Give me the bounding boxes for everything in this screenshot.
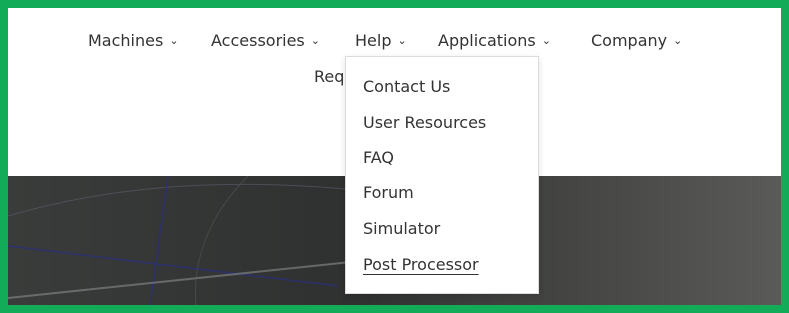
menu-item-contact-us[interactable]: Contact Us	[363, 77, 450, 96]
help-dropdown-menu: Contact Us User Resources FAQ Forum Simu…	[345, 56, 539, 294]
nav-item-label: Company	[591, 31, 668, 50]
screenshot-frame: Machines ⌄ Accessories ⌄ Help ⌄ Application…	[0, 0, 789, 313]
menu-item-user-resources[interactable]: User Resources	[363, 113, 486, 132]
nav-item-label: Machines	[88, 31, 164, 50]
nav-item-label: Help	[355, 31, 392, 50]
nav-item-request-partial[interactable]: Req	[314, 67, 344, 86]
nav-item-applications[interactable]: Applications ⌄	[438, 31, 551, 50]
nav-item-label: Applications	[438, 31, 536, 50]
chevron-down-icon: ⌄	[673, 34, 683, 47]
menu-item-simulator[interactable]: Simulator	[363, 219, 440, 238]
nav-item-help[interactable]: Help ⌄	[355, 31, 407, 50]
menu-item-post-processor[interactable]: Post Processor	[363, 255, 479, 274]
menu-item-forum[interactable]: Forum	[363, 183, 414, 202]
chevron-down-icon: ⌄	[169, 34, 179, 47]
nav-item-machines[interactable]: Machines ⌄	[88, 31, 179, 50]
chevron-down-icon: ⌄	[397, 34, 407, 47]
nav-item-company[interactable]: Company ⌄	[591, 31, 682, 50]
chevron-down-icon: ⌄	[310, 34, 320, 47]
chevron-down-icon: ⌄	[541, 34, 551, 47]
nav-item-label: Accessories	[211, 31, 305, 50]
nav-item-accessories[interactable]: Accessories ⌄	[211, 31, 320, 50]
nav-item-label: Req	[314, 67, 345, 86]
menu-item-faq[interactable]: FAQ	[363, 148, 394, 167]
